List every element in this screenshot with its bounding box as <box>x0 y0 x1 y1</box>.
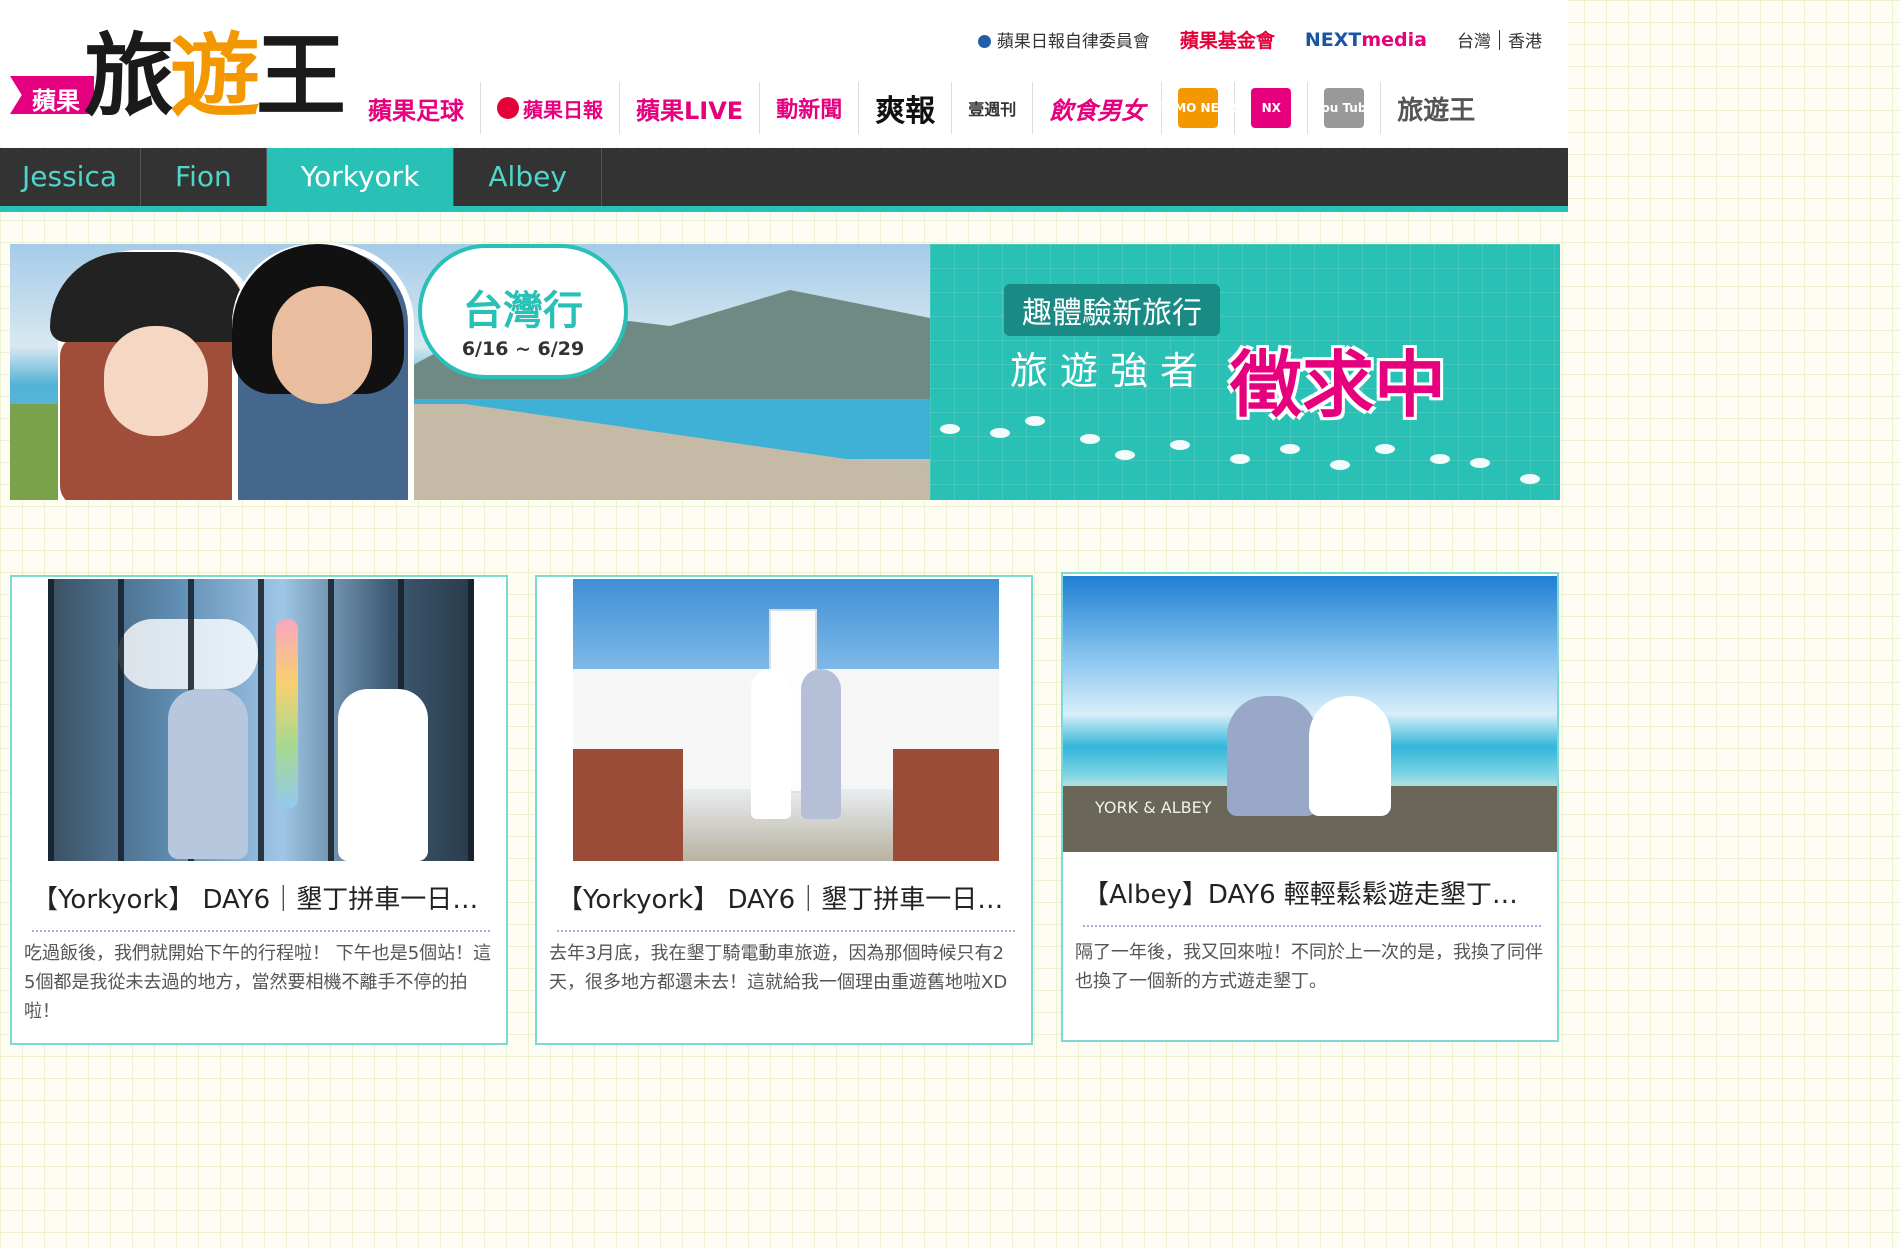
region-divider <box>1499 29 1500 50</box>
fish-icon <box>940 424 960 434</box>
brand-travel-king[interactable]: 旅遊王 <box>1381 82 1491 134</box>
brand-action-news[interactable]: 動新聞 <box>760 82 860 134</box>
logo-badge-text: 蘋果 <box>32 87 80 115</box>
top-links: 蘋果日報自律委員會 蘋果基金會 NEXTmedia 台灣 香港 <box>977 26 1542 53</box>
logo-char-3: 王 <box>256 23 346 129</box>
logo-char-1: 旅 <box>84 23 174 129</box>
site-logo[interactable]: 蘋果 旅遊王 <box>10 24 350 134</box>
fish-icon <box>1280 444 1300 454</box>
fish-icon <box>1025 416 1045 426</box>
article-card[interactable]: 【Yorkyork】 DAY6｜墾丁拼車一日遊：鵝鑾鼻燈塔 去年3月底，我在墾丁… <box>535 575 1033 1045</box>
tab-jessica[interactable]: Jessica <box>0 148 141 206</box>
fund-link[interactable]: 蘋果基金會 <box>1180 26 1275 53</box>
region-switch: 台灣 香港 <box>1457 27 1542 52</box>
article-excerpt: 吃過飯後，我們就開始下午的行程啦！ 下午也是5個站！這5個都是我從未去過的地方，… <box>24 943 492 1022</box>
banner-photo: 台灣行 6/16 ~ 6/29 <box>10 244 930 500</box>
brand-eat-drink[interactable]: 飲食男女 <box>1033 82 1163 134</box>
article-excerpt: 去年3月底，我在墾丁騎電動車旅遊，因為那個時候只有2天，很多地方都還未去！這就給… <box>549 943 1008 993</box>
bubble-dates: 6/16 ~ 6/29 <box>461 338 585 360</box>
fish-icon <box>1330 460 1350 470</box>
brand-nx[interactable]: NX <box>1235 82 1309 134</box>
fish-icon <box>1115 450 1135 460</box>
nextmedia-b: media <box>1361 28 1427 51</box>
article-title[interactable]: 【Albey】DAY6 輕輕鬆鬆遊走墾丁（上） <box>1083 874 1541 927</box>
fish-icon <box>1375 444 1395 454</box>
hero-banner[interactable]: 台灣行 6/16 ~ 6/29 趣體驗新旅行 旅遊強者 徵求中 <box>10 244 1560 500</box>
tab-fion[interactable]: Fion <box>141 148 267 206</box>
promo-tag: 趣體驗新旅行 <box>1004 284 1220 336</box>
brand-weekly[interactable]: 壹週刊 <box>952 82 1034 134</box>
committee-label: 蘋果日報自律委員會 <box>996 32 1150 52</box>
photo-watermark: YORK & ALBEY <box>1095 798 1212 817</box>
brand-shuang[interactable]: 爽報 <box>859 82 953 134</box>
brand-apple-football[interactable]: 蘋果足球 <box>352 82 481 134</box>
brand-apple-daily-label: 蘋果日報 <box>523 97 603 122</box>
nx-icon: NX <box>1251 88 1292 128</box>
blue-dot-icon <box>977 35 991 48</box>
tab-yorkyork[interactable]: Yorkyork <box>266 148 455 206</box>
brand-tomo[interactable]: TOMO NEWS <box>1156 82 1241 134</box>
fish-icon <box>1230 454 1250 464</box>
brand-youtube[interactable]: You Tube <box>1308 82 1382 134</box>
article-photo[interactable] <box>573 579 999 861</box>
fish-icon <box>1430 454 1450 464</box>
site-header: 蘋果 旅遊王 蘋果日報自律委員會 蘋果基金會 NEXTmedia 台灣 香港 蘋… <box>0 0 1568 146</box>
brand-apple-daily[interactable]: 蘋果日報 <box>481 82 620 134</box>
youtube-icon: You Tube <box>1314 88 1375 128</box>
speech-bubble: 台灣行 6/16 ~ 6/29 <box>418 244 628 379</box>
tomo-news-icon: TOMO NEWS <box>1156 88 1241 128</box>
person-smiling <box>232 244 414 500</box>
article-photo[interactable] <box>48 579 474 861</box>
logo-badge: 蘋果 <box>10 76 94 114</box>
brand-apple-live[interactable]: 蘋果LIVE <box>620 82 761 134</box>
committee-link[interactable]: 蘋果日報自律委員會 <box>977 27 1150 52</box>
blogger-tabs: Jessica Fion Yorkyork Albey <box>0 148 1568 212</box>
recruit-promo[interactable]: 趣體驗新旅行 旅遊強者 徵求中 <box>930 244 1560 500</box>
article-excerpt: 隔了一年後，我又回來啦！不同於上一次的是，我換了同伴也換了一個新的方式遊走墾丁。 <box>1075 942 1543 992</box>
article-photo[interactable]: YORK & ALBEY <box>1063 576 1557 852</box>
fish-icon <box>1470 458 1490 468</box>
article-card[interactable]: YORK & ALBEY 【Albey】DAY6 輕輕鬆鬆遊走墾丁（上） 隔了一… <box>1061 572 1559 1042</box>
logo-title: 旅遊王 <box>84 23 346 129</box>
region-hk[interactable]: 香港 <box>1508 27 1542 52</box>
promo-big: 徵求中 <box>1230 343 1447 427</box>
brand-bar: 蘋果足球 蘋果日報 蘋果LIVE 動新聞 爽報 壹週刊 飲食男女 TOMO NE… <box>352 82 1491 134</box>
person-hat <box>50 250 260 500</box>
apple-icon <box>497 97 519 119</box>
article-title[interactable]: 【Yorkyork】 DAY6｜墾丁拼車一日遊：鵝鑾鼻燈塔 <box>557 879 1015 932</box>
fish-icon <box>1080 434 1100 444</box>
nextmedia-link[interactable]: NEXTmedia <box>1305 29 1427 51</box>
article-card[interactable]: 【Yorkyork】 DAY6｜墾丁拼車一日遊：恆春老街 吃過飯後，我們就開始下… <box>10 575 508 1045</box>
promo-line: 旅遊強者 <box>1010 349 1211 393</box>
logo-char-2: 遊 <box>170 23 260 129</box>
fish-icon <box>1170 440 1190 450</box>
tab-albey[interactable]: Albey <box>454 148 602 206</box>
bubble-title: 台灣行 <box>463 288 583 334</box>
fish-icon <box>990 428 1010 438</box>
region-tw[interactable]: 台灣 <box>1457 27 1491 52</box>
article-title[interactable]: 【Yorkyork】 DAY6｜墾丁拼車一日遊：恆春老街 <box>32 879 490 932</box>
fish-icon <box>1520 474 1540 484</box>
nextmedia-a: NEXT <box>1304 28 1362 51</box>
